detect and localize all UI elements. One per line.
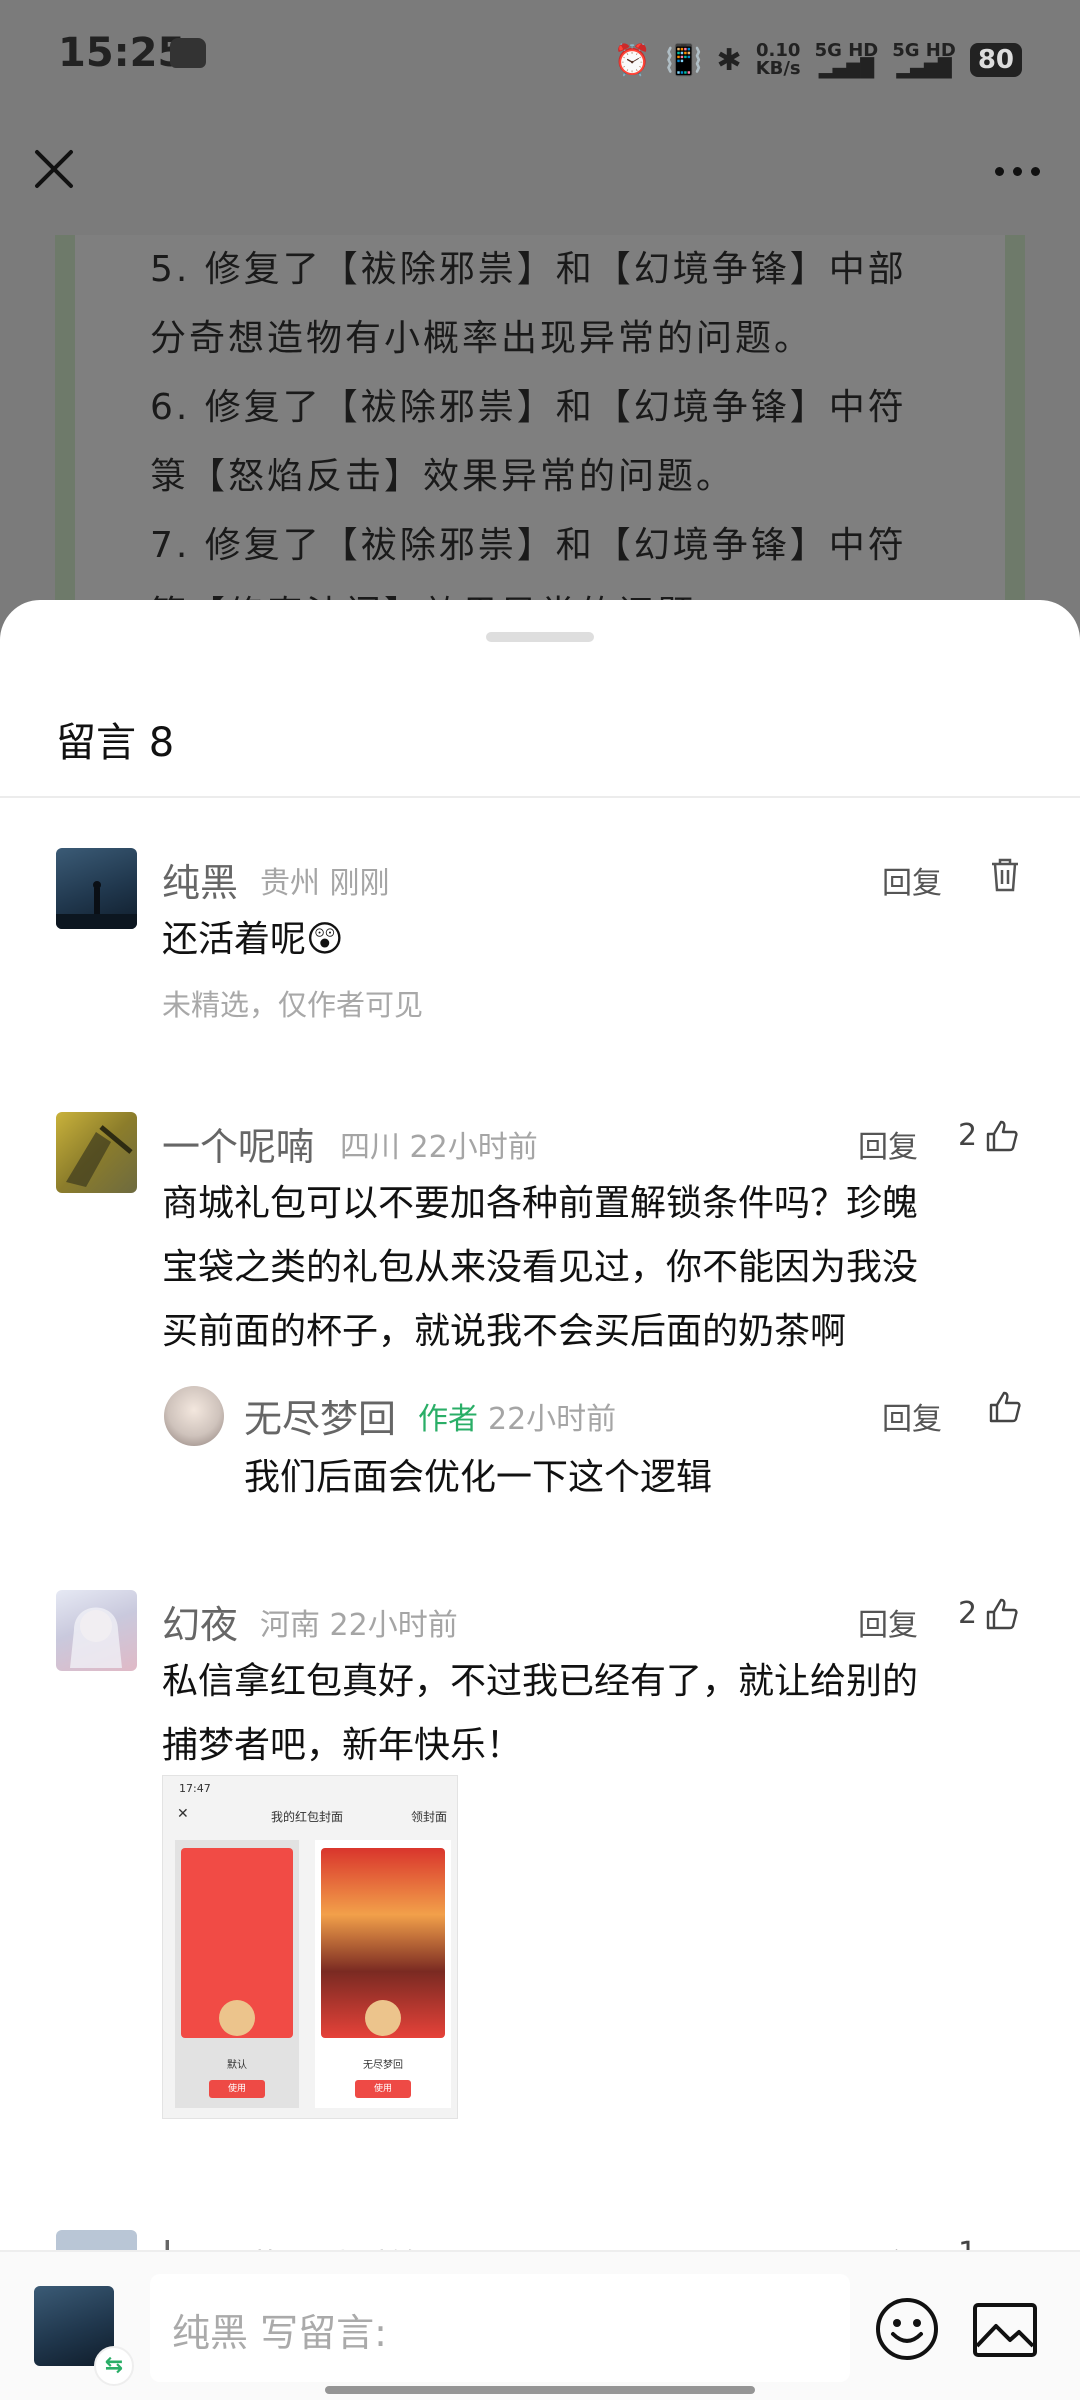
battery-icon: 80: [969, 43, 1022, 77]
status-icons: ⏰ 📳 ✱ 0.10 KB/s 5G HD ▂▄▆█ 5G HD ▂▄▆█ 80: [614, 30, 1022, 90]
reply-button[interactable]: 回复: [882, 1394, 942, 1438]
signal-sim2-icon: 5G HD ▂▄▆█: [892, 40, 956, 79]
envelope-seal: [219, 2000, 255, 2036]
image-action: 领封面: [410, 1810, 447, 1824]
drag-handle[interactable]: [486, 632, 594, 642]
reply-button[interactable]: 回复: [858, 1122, 918, 1166]
use-button: 使用: [209, 2080, 265, 2098]
comment-input-bar: ⇆ 纯黑 写留言:: [0, 2250, 1080, 2400]
bluetooth-icon: ✱: [716, 42, 742, 78]
like-count: 2: [958, 1118, 978, 1153]
avatar[interactable]: [56, 848, 137, 929]
comment-body-line: 宝袋之类的礼包从来没看见过，你不能因为我没: [162, 1247, 919, 1288]
avatar-art-icon: [66, 1125, 133, 1187]
comments-sheet: 留言 8 纯黑 贵州 刚刚 回复 还活着呢😲 未精选，仅作者可见 一个呢喃 四川…: [0, 600, 1080, 2400]
image-icon[interactable]: [972, 2302, 1038, 2358]
more-icon[interactable]: [995, 167, 1040, 176]
image-close-icon: ✕: [177, 1806, 189, 1822]
comment-meta: 四川 22小时前: [340, 1130, 538, 1165]
comment-author: 纯黑: [162, 861, 239, 905]
reply-meta: 作者 22小时前: [418, 1394, 616, 1438]
comment-input[interactable]: 纯黑 写留言:: [150, 2274, 850, 2382]
delete-icon[interactable]: [988, 856, 1022, 892]
comment-item: 纯黑 贵州 刚刚 回复 还活着呢😲 未精选，仅作者可见: [0, 848, 1080, 1048]
emoji-icon[interactable]: [874, 2296, 940, 2362]
article-content: 5. 修复了【祓除邪祟】和【幻境争锋】中部 分奇想造物有小概率出现异常的问题。 …: [55, 235, 1025, 615]
comment-meta: 河南 22小时前: [260, 1608, 458, 1643]
comment-body-line: 商城礼包可以不要加各种前置解锁条件吗？珍魄: [162, 1183, 919, 1224]
avatar[interactable]: [56, 1112, 137, 1193]
avatar-girl-icon: [70, 1607, 122, 1668]
comment-meta: 贵州 刚刚: [260, 866, 390, 901]
article-line: 5. 修复了【祓除邪祟】和【幻境争锋】中部: [150, 249, 907, 290]
image-time: 17:47: [179, 1782, 211, 1795]
image-title: 我的红包封面: [271, 1810, 344, 1824]
like-button[interactable]: 2: [958, 1596, 1019, 1631]
sim2-label: 5G HD: [892, 40, 956, 61]
cover-option-custom: 无尽梦回 使用: [315, 1840, 451, 2108]
home-indicator[interactable]: [325, 2386, 755, 2394]
author-badge: 作者: [418, 1402, 478, 1437]
article-line: 箓【怒焰反击】效果异常的问题。: [150, 456, 736, 497]
net-speed-unit: KB/s: [755, 58, 801, 79]
thumbs-up-icon: [989, 1391, 1021, 1423]
reply-button[interactable]: 回复: [882, 858, 942, 902]
divider: [0, 796, 1080, 798]
comment-body-line: 买前面的杯子，就说我不会买后面的奶茶啊: [162, 1311, 847, 1352]
cover-option-default: 默认 使用: [175, 1840, 299, 2108]
vibrate-icon: 📳: [665, 42, 703, 78]
article-line: 分奇想造物有小概率出现异常的问题。: [150, 318, 814, 359]
article-line: 7. 修复了【祓除邪祟】和【幻境争锋】中符: [150, 525, 907, 566]
thumbs-up-icon: [986, 1120, 1018, 1151]
reply-body: 我们后面会优化一下这个逻辑: [244, 1457, 713, 1498]
like-button[interactable]: [988, 1390, 1022, 1428]
close-icon[interactable]: [32, 147, 76, 191]
status-time: 15:25: [58, 30, 186, 76]
use-button: 使用: [355, 2080, 411, 2098]
image-header: 17:47 ✕ 我的红包封面 领封面: [163, 1776, 457, 1828]
comment-author: 幻夜: [162, 1603, 239, 1647]
cover-label: 默认: [227, 2060, 247, 2071]
article-line: 6. 修复了【祓除邪祟】和【幻境争锋】中符: [150, 387, 907, 428]
reply-time: 22小时前: [488, 1402, 617, 1437]
like-button[interactable]: 2: [958, 1118, 1019, 1153]
envelope-seal: [365, 2000, 401, 2036]
comment-body: 还活着呢😲: [162, 919, 344, 960]
avatar-figure-icon: [56, 881, 137, 929]
visibility-note: 未精选，仅作者可见: [162, 988, 424, 1022]
author-avatar[interactable]: [164, 1386, 224, 1446]
alarm-icon: ⏰: [613, 42, 652, 78]
reply-author: 无尽梦回: [244, 1397, 397, 1441]
attached-image[interactable]: 17:47 ✕ 我的红包封面 领封面 默认 使用 无尽梦回 使用: [162, 1775, 458, 2119]
top-bar: [0, 115, 1080, 230]
comment-body-line: 捕梦者吧，新年快乐！: [162, 1725, 523, 1766]
net-speed: 0.10 KB/s: [756, 42, 801, 78]
avatar[interactable]: [56, 1590, 137, 1671]
cover-label: 无尽梦回: [363, 2060, 403, 2071]
comment-item: 一个呢喃 四川 22小时前 回复 2 商城礼包可以不要加各种前置解锁条件吗？珍魄…: [0, 1112, 1080, 1512]
comment-author: 一个呢喃: [162, 1125, 315, 1169]
thumbs-up-icon: [986, 1598, 1018, 1629]
sheet-title: 留言 8: [56, 720, 175, 766]
signal-sim1-icon: 5G HD ▂▄▆█: [814, 40, 879, 79]
comment-body-line: 私信拿红包真好，不过我已经有了，就让给别的: [162, 1661, 919, 1702]
android-robot-icon: [170, 38, 206, 68]
sim1-label: 5G HD: [814, 40, 879, 61]
switch-identity-icon[interactable]: ⇆: [94, 2346, 134, 2386]
reply-button[interactable]: 回复: [858, 1600, 918, 1644]
status-bar: 15:25 ⏰ 📳 ✱ 0.10 KB/s 5G HD ▂▄▆█ 5G HD ▂▄▆█…: [0, 0, 1080, 115]
like-count: 2: [958, 1596, 978, 1631]
